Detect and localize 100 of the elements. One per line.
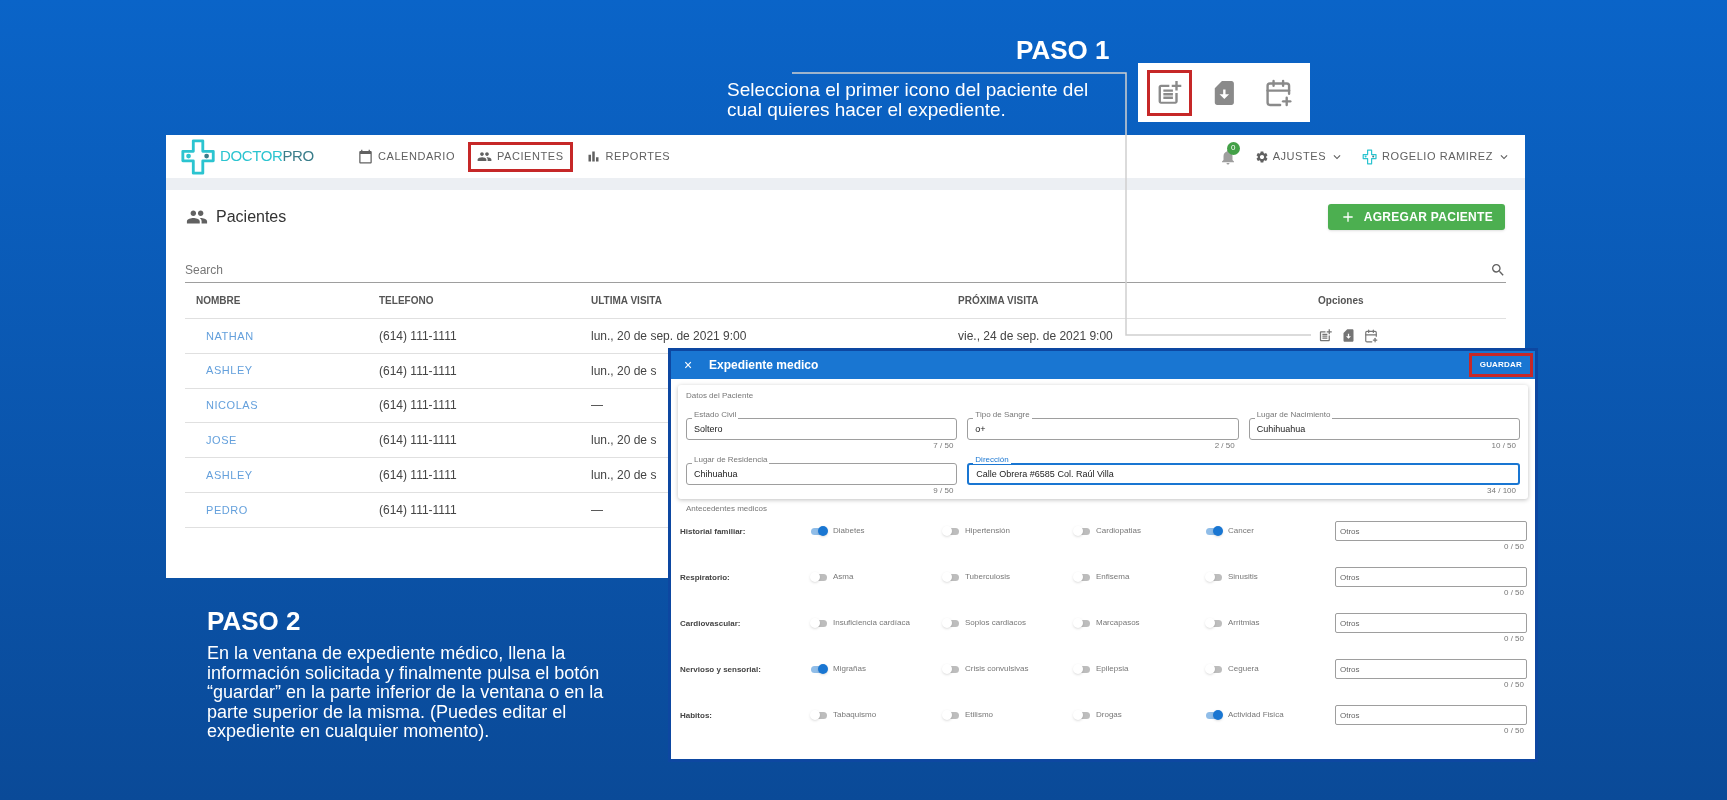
table-cell-text: — [591, 397, 603, 415]
switch-label: Marcapasos [1096, 617, 1140, 629]
text-field[interactable]: Chihuahua [686, 463, 958, 485]
user-menu[interactable]: ROGELIO RAMIREZ [1362, 148, 1511, 165]
close-button[interactable]: × [681, 354, 695, 376]
toggle-switch[interactable] [810, 664, 828, 674]
switch-label: Hipertensión [965, 525, 1010, 537]
step-title: PASO 1 [1016, 34, 1110, 67]
toggle-switch[interactable] [1073, 664, 1091, 674]
switch-label: Sinusitis [1228, 571, 1258, 583]
other-field[interactable]: Otros [1335, 521, 1527, 541]
field-label: Lugar de Residencia [692, 455, 770, 464]
toggle-switch[interactable] [1073, 618, 1091, 628]
character-count: 0 / 50 [1504, 542, 1525, 552]
add-record-icon[interactable] [1147, 69, 1192, 116]
toggle-switch[interactable] [810, 710, 828, 720]
character-count: 0 / 50 [1504, 726, 1525, 736]
toggle-switch[interactable] [1205, 664, 1223, 674]
file-download-icon[interactable] [1341, 328, 1356, 344]
switch-label: Migrañas [833, 663, 866, 675]
switch-label: Tabaquismo [833, 709, 877, 721]
switch-label: Epilepsia [1096, 663, 1129, 675]
toggle-switch[interactable] [942, 618, 960, 628]
table-cell-text: (614) 111-1111 [379, 501, 457, 519]
step-instructions: Selecciona el primer icono del paciente del cual quieres hacer el expediente. [727, 80, 1090, 120]
toggle-switch[interactable] [942, 710, 960, 720]
table-cell-text: (614) 111-1111 [379, 467, 457, 485]
page-title: Pacientes [216, 207, 287, 227]
switch-label: Cancer [1228, 525, 1254, 537]
text-field[interactable]: Cuhihuahua [1248, 418, 1520, 440]
table-cell-text: (614) 111-1111 [379, 432, 457, 450]
table-cell-text: lun., 20 de sep. de 2021 9:00 [591, 327, 747, 345]
group-label: Cardiovascular: [680, 618, 742, 630]
switch-label: Enfisema [1096, 571, 1130, 583]
column-header: PRÓXIMA VISITA [958, 293, 1039, 308]
add-record-icon[interactable] [1318, 328, 1333, 344]
settings-menu[interactable]: AJUSTES [1254, 148, 1345, 165]
switch-label: Ceguera [1228, 663, 1259, 675]
field-label: Tipo de Sangre [973, 410, 1032, 419]
switch-label: Cardiopatias [1096, 525, 1141, 537]
nav-tab[interactable]: PACIENTES [468, 141, 573, 172]
character-count: 2 / 50 [1214, 441, 1236, 451]
text-field[interactable]: Calle Obrera #6585 Col. Raúl Villa [967, 463, 1520, 485]
switch-label: Asma [833, 571, 854, 583]
toggle-switch[interactable] [1073, 572, 1091, 582]
table-cell-text: vie., 24 de sep. de 2021 9:00 [958, 327, 1113, 345]
cross-logo-icon [1362, 148, 1379, 165]
text-field[interactable]: Soltero [686, 418, 958, 440]
switch-label: Soplos cardiacos [965, 617, 1026, 629]
search-field[interactable]: Search [185, 258, 1490, 282]
other-field[interactable]: Otros [1335, 659, 1527, 679]
group-label: Habitos: [680, 710, 713, 722]
notification-badge: 0 [1226, 141, 1240, 155]
toggle-switch[interactable] [1073, 710, 1091, 720]
nav-tab[interactable]: REPORTES [576, 141, 680, 172]
toggle-switch[interactable] [810, 572, 828, 582]
toggle-switch[interactable] [1205, 618, 1223, 628]
cross-logo-icon [180, 137, 218, 176]
character-count: 7 / 50 [933, 441, 955, 451]
switch-label: Insuficiencia cardíaca [833, 617, 910, 629]
other-field[interactable]: Otros [1335, 613, 1527, 633]
field-label: Lugar de Nacimiento [1254, 410, 1333, 419]
nav-tab[interactable]: CALENDARIO [349, 141, 465, 172]
toggle-switch[interactable] [810, 618, 828, 628]
character-count: 9 / 50 [933, 486, 955, 496]
switch-label: Arritmias [1228, 617, 1260, 629]
field-label: Estado Civil [692, 410, 739, 419]
table-cell-text: — [591, 501, 603, 519]
switch-label: Tuberculosis [965, 571, 1011, 583]
column-header: NOMBRE [196, 294, 241, 308]
column-header: ULTIMA VISITA [591, 294, 662, 308]
toggle-switch[interactable] [1073, 526, 1091, 536]
column-header: Opciones [1318, 294, 1364, 308]
text-field[interactable]: o+ [967, 418, 1239, 440]
toggle-switch[interactable] [942, 526, 960, 536]
switch-label: Diabetes [833, 525, 865, 537]
character-count: 0 / 50 [1504, 680, 1525, 690]
toggle-switch[interactable] [942, 572, 960, 582]
character-count: 0 / 50 [1504, 588, 1525, 598]
toggle-switch[interactable] [810, 526, 828, 536]
save-button[interactable]: GUARDAR [1468, 353, 1533, 377]
toggle-switch[interactable] [1205, 710, 1223, 720]
toggle-switch[interactable] [942, 664, 960, 674]
people-icon [477, 149, 493, 164]
table-cell-text: lun., 20 de s [591, 362, 657, 380]
calendar-plus-icon[interactable] [1364, 328, 1378, 343]
toggle-switch[interactable] [1205, 526, 1223, 536]
group-label: Respiratorio: [680, 572, 731, 584]
group-label: Nervioso y sensorial: [680, 664, 762, 676]
toggle-switch[interactable] [1205, 572, 1223, 582]
switch-label: Actividad Fisica [1228, 709, 1284, 721]
other-field[interactable]: Otros [1335, 705, 1527, 725]
step-title: PASO 2 [207, 605, 301, 638]
section-title: Datos del Paciente [686, 390, 755, 402]
calendar-icon [358, 149, 373, 164]
switch-label: Drogas [1096, 709, 1122, 721]
dialog-title: Expediente medico [709, 357, 819, 374]
switch-label: Crisis convulsivas [965, 663, 1029, 675]
other-field[interactable]: Otros [1335, 567, 1527, 587]
switch-label: Etilismo [965, 709, 993, 721]
